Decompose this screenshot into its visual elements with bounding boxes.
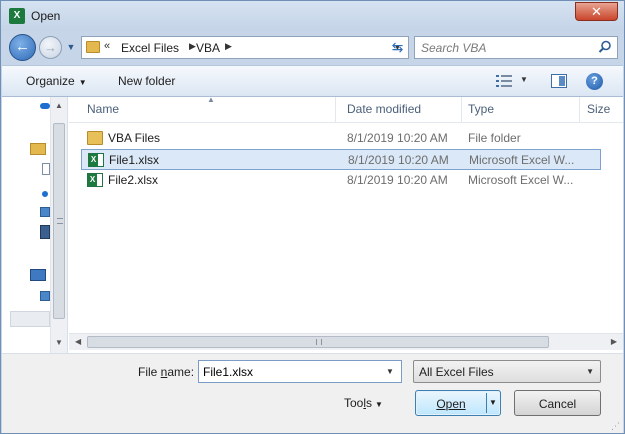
column-divider[interactable] (579, 97, 580, 123)
navigation-row: ← → ▼ « Excel Files ▶ VBA ▶ ▼ ⇆ (1, 31, 624, 63)
command-bar: Organize ▼ New folder ▼ ? (2, 65, 623, 97)
search-input[interactable] (421, 40, 591, 56)
file-name-label-text: File (138, 365, 161, 379)
file-row-file2[interactable]: File2.xlsx 8/1/2019 10:20 AM Microsoft E… (81, 170, 601, 191)
file-type: Microsoft Excel W... (468, 173, 574, 187)
new-folder-button[interactable]: New folder (118, 74, 175, 88)
scroll-down-icon[interactable]: ▼ (51, 338, 67, 347)
horizontal-scrollbar[interactable]: ◀ ▶ (69, 333, 623, 350)
onedrive-icon[interactable] (40, 103, 50, 109)
column-date-modified[interactable]: Date modified (347, 102, 421, 116)
breadcrumb-separator-icon[interactable]: ▶ (189, 41, 196, 52)
scroll-left-icon[interactable]: ◀ (75, 337, 81, 346)
network-icon[interactable] (40, 291, 50, 301)
breadcrumb-overflow[interactable]: « (104, 40, 110, 52)
column-header: ▲ Name Date modified Type Size (69, 95, 623, 123)
column-divider[interactable] (335, 97, 336, 123)
scroll-thumb[interactable] (53, 123, 65, 319)
chevron-down-icon: ▼ (78, 78, 87, 87)
scroll-thumb[interactable] (87, 336, 549, 348)
column-name[interactable]: Name (87, 102, 119, 116)
excel-file-icon (87, 173, 103, 187)
folder-icon (86, 41, 100, 53)
preview-pane-icon[interactable] (551, 74, 567, 88)
column-type[interactable]: Type (468, 102, 494, 116)
excel-icon: X (9, 8, 25, 24)
open-options-chevron-icon[interactable]: ▼ (489, 398, 497, 407)
view-options-chevron-icon[interactable]: ▼ (520, 75, 528, 84)
nav-selected-item[interactable] (10, 311, 50, 327)
split-divider (486, 393, 487, 413)
nav-vertical-scrollbar[interactable]: ▲ ▼ (50, 97, 67, 353)
videos-icon[interactable] (40, 225, 50, 239)
scroll-up-icon[interactable]: ▲ (51, 101, 67, 110)
breadcrumb-excel-files[interactable]: Excel Files (121, 41, 179, 55)
file-type: Microsoft Excel W... (469, 153, 575, 167)
file-row-vba-files[interactable]: VBA Files 8/1/2019 10:20 AM File folder (81, 128, 601, 149)
file-date: 8/1/2019 10:20 AM (348, 153, 449, 167)
breadcrumb-vba[interactable]: VBA (196, 41, 220, 55)
bottom-panel: File name: ▼ All Excel Files ▼ Tools▼ Op… (2, 353, 623, 433)
chevron-down-icon: ▼ (586, 367, 594, 376)
file-name-label-text: ame: (167, 365, 195, 379)
file-name: File1.xlsx (109, 153, 160, 167)
search-icon[interactable] (598, 40, 612, 54)
file-type-filter-value: All Excel Files (419, 365, 494, 379)
tools-label-text: s (366, 396, 373, 410)
scroll-right-icon[interactable]: ▶ (611, 337, 617, 346)
organize-label: Organize (26, 74, 75, 88)
file-date: 8/1/2019 10:20 AM (347, 173, 448, 187)
file-name: File2.xlsx (108, 173, 159, 187)
chevron-down-icon: ▼ (375, 400, 383, 409)
sort-ascending-icon: ▲ (207, 95, 215, 104)
content-area: ▲ ▼ ▲ Name Date modified Type Size VBA F… (2, 95, 623, 353)
file-name: VBA Files (108, 131, 161, 145)
file-date: 8/1/2019 10:20 AM (347, 131, 448, 145)
file-type: File folder (468, 131, 521, 145)
recent-locations-chevron-icon[interactable]: ▼ (65, 41, 77, 53)
documents-icon[interactable] (42, 163, 50, 175)
tools-label-text: Too (344, 396, 364, 410)
breadcrumb-separator-icon[interactable]: ▶ (225, 41, 232, 52)
tools-button[interactable]: Tools ▼ (344, 396, 383, 410)
window-title: Open (31, 9, 61, 23)
help-icon[interactable]: ? (586, 73, 603, 90)
file-name-dropdown-icon[interactable]: ▼ (386, 367, 394, 376)
back-button[interactable]: ← (9, 34, 36, 61)
column-size[interactable]: Size (587, 102, 610, 116)
refresh-icon[interactable]: ⇆ (385, 36, 410, 59)
grip-icon (316, 339, 322, 345)
cancel-button[interactable]: Cancel (514, 390, 601, 416)
grip-icon (57, 218, 63, 224)
navigation-pane[interactable]: ▲ ▼ (2, 97, 68, 353)
column-divider[interactable] (461, 97, 462, 123)
organize-button[interactable]: Organize ▼ (26, 74, 87, 88)
resize-grip-icon[interactable]: ⋰ (611, 421, 621, 431)
file-name-label: File name: (138, 365, 194, 379)
excel-file-icon (88, 153, 104, 167)
file-type-filter-select[interactable]: All Excel Files ▼ (413, 360, 601, 383)
close-button[interactable]: ✕ (575, 2, 618, 21)
search-box[interactable] (414, 36, 618, 59)
file-list: ▲ Name Date modified Type Size VBA Files… (69, 95, 623, 353)
open-button[interactable]: Open ▼ (415, 390, 501, 416)
title-bar: X Open ✕ (1, 1, 624, 31)
forward-button[interactable]: → (39, 36, 62, 59)
pictures-icon[interactable] (40, 207, 50, 217)
change-view-icon[interactable] (496, 75, 512, 87)
file-row-file1[interactable]: File1.xlsx 8/1/2019 10:20 AM Microsoft E… (81, 149, 601, 170)
open-button-label: Open (436, 397, 466, 411)
computer-icon[interactable] (30, 269, 46, 281)
music-icon[interactable] (42, 191, 48, 197)
folder-icon (87, 131, 103, 145)
file-name-input[interactable] (198, 360, 402, 383)
cancel-button-label: Cancel (538, 397, 577, 411)
quick-access-folder-icon[interactable] (30, 143, 46, 155)
address-bar[interactable]: « Excel Files ▶ VBA ▶ ▼ (81, 36, 409, 59)
open-dialog: X Open ✕ ← → ▼ « Excel Files ▶ VBA ▶ ▼ ⇆ (0, 0, 625, 434)
